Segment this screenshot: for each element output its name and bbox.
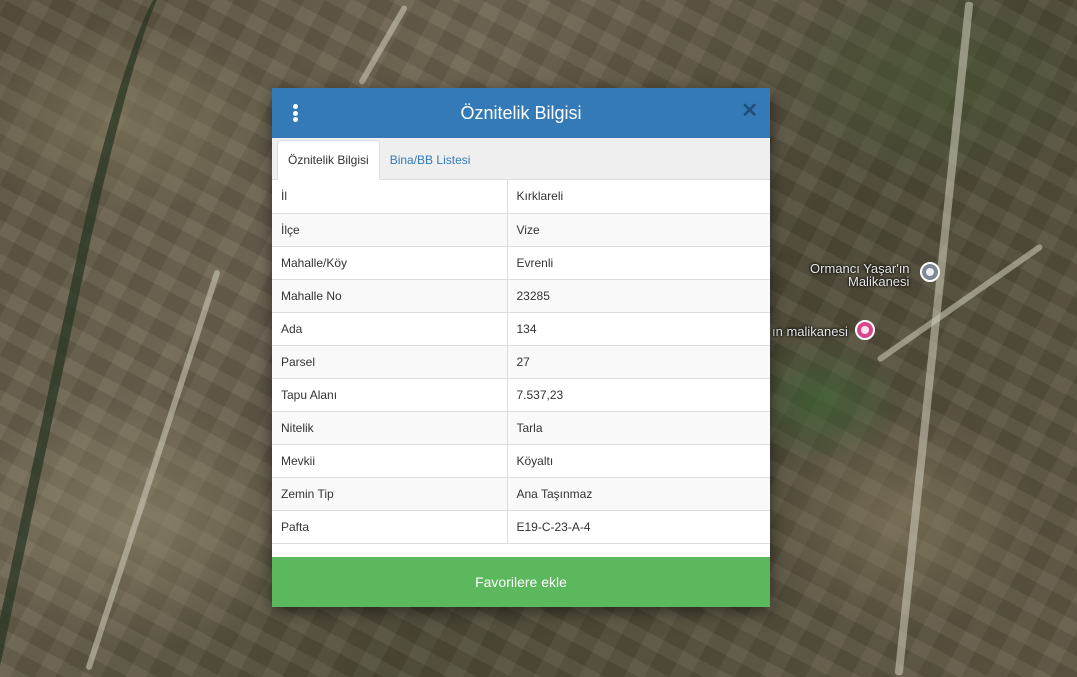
attribute-value: Vize — [507, 213, 770, 247]
attribute-value: Köyaltı — [507, 444, 770, 478]
table-row: Tapu Alanı 7.537,23 — [272, 378, 770, 412]
map-road — [357, 4, 409, 86]
river — [0, 0, 214, 677]
attribute-key: Parsel — [272, 345, 508, 379]
table-row: Zemin Tip Ana Taşınmaz — [272, 477, 770, 511]
table-row: Pafta E19-C-23-A-4 — [272, 510, 770, 544]
attribute-key: Mevkii — [272, 444, 508, 478]
attribute-value: 7.537,23 — [507, 378, 770, 412]
close-icon[interactable]: ✕ — [741, 101, 758, 121]
attribute-info-dialog: Öznitelik Bilgisi ✕ Öznitelik Bilgisi Bi… — [272, 88, 770, 607]
attribute-value: E19-C-23-A-4 — [507, 510, 770, 544]
attribute-key: Mahalle/Köy — [272, 246, 508, 280]
attribute-value: Evrenli — [507, 246, 770, 280]
attribute-key: Pafta — [272, 510, 508, 544]
attribute-key: İlçe — [272, 213, 508, 247]
tab-attribute-info[interactable]: Öznitelik Bilgisi — [277, 140, 380, 180]
attribute-value: 27 — [507, 345, 770, 379]
tab-building-list[interactable]: Bina/BB Listesi — [380, 141, 481, 179]
table-row: İlçe Vize — [272, 213, 770, 247]
table-row: Parsel 27 — [272, 345, 770, 379]
table-row: Mahalle No 23285 — [272, 279, 770, 313]
attribute-value: Tarla — [507, 411, 770, 445]
table-row: Mahalle/Köy Evrenli — [272, 246, 770, 280]
table-row: İl Kırklareli — [272, 180, 770, 214]
attribute-key: Nitelik — [272, 411, 508, 445]
attribute-value: Kırklareli — [507, 180, 770, 214]
dialog-header: Öznitelik Bilgisi ✕ — [272, 88, 770, 138]
attribute-value: 23285 — [507, 279, 770, 313]
hotel-pin-icon[interactable] — [855, 320, 875, 340]
attribute-key: Zemin Tip — [272, 477, 508, 511]
place-label[interactable]: Ormancı Yaşar'ın Malikanesi — [810, 262, 910, 288]
place-label-line-2: Malikanesi — [848, 274, 910, 289]
tab-bar: Öznitelik Bilgisi Bina/BB Listesi — [272, 138, 770, 180]
attribute-value: 134 — [507, 312, 770, 346]
dialog-title: Öznitelik Bilgisi — [460, 102, 582, 123]
attribute-key: Tapu Alanı — [272, 378, 508, 412]
attribute-key: İl — [272, 180, 508, 214]
add-to-favorites-button[interactable]: Favorilere ekle — [272, 557, 770, 607]
hotel-label[interactable]: ın malikanesi — [772, 325, 848, 338]
vertical-dots-icon[interactable] — [290, 104, 300, 122]
attribute-table: İl Kırklareli İlçe Vize Mahalle/Köy Evre… — [272, 180, 770, 544]
table-row: Mevkii Köyaltı — [272, 444, 770, 478]
attribute-key: Mahalle No — [272, 279, 508, 313]
table-row: Ada 134 — [272, 312, 770, 346]
table-row: Nitelik Tarla — [272, 411, 770, 445]
attribute-value: Ana Taşınmaz — [507, 477, 770, 511]
place-pin-icon[interactable] — [920, 262, 940, 282]
attribute-key: Ada — [272, 312, 508, 346]
